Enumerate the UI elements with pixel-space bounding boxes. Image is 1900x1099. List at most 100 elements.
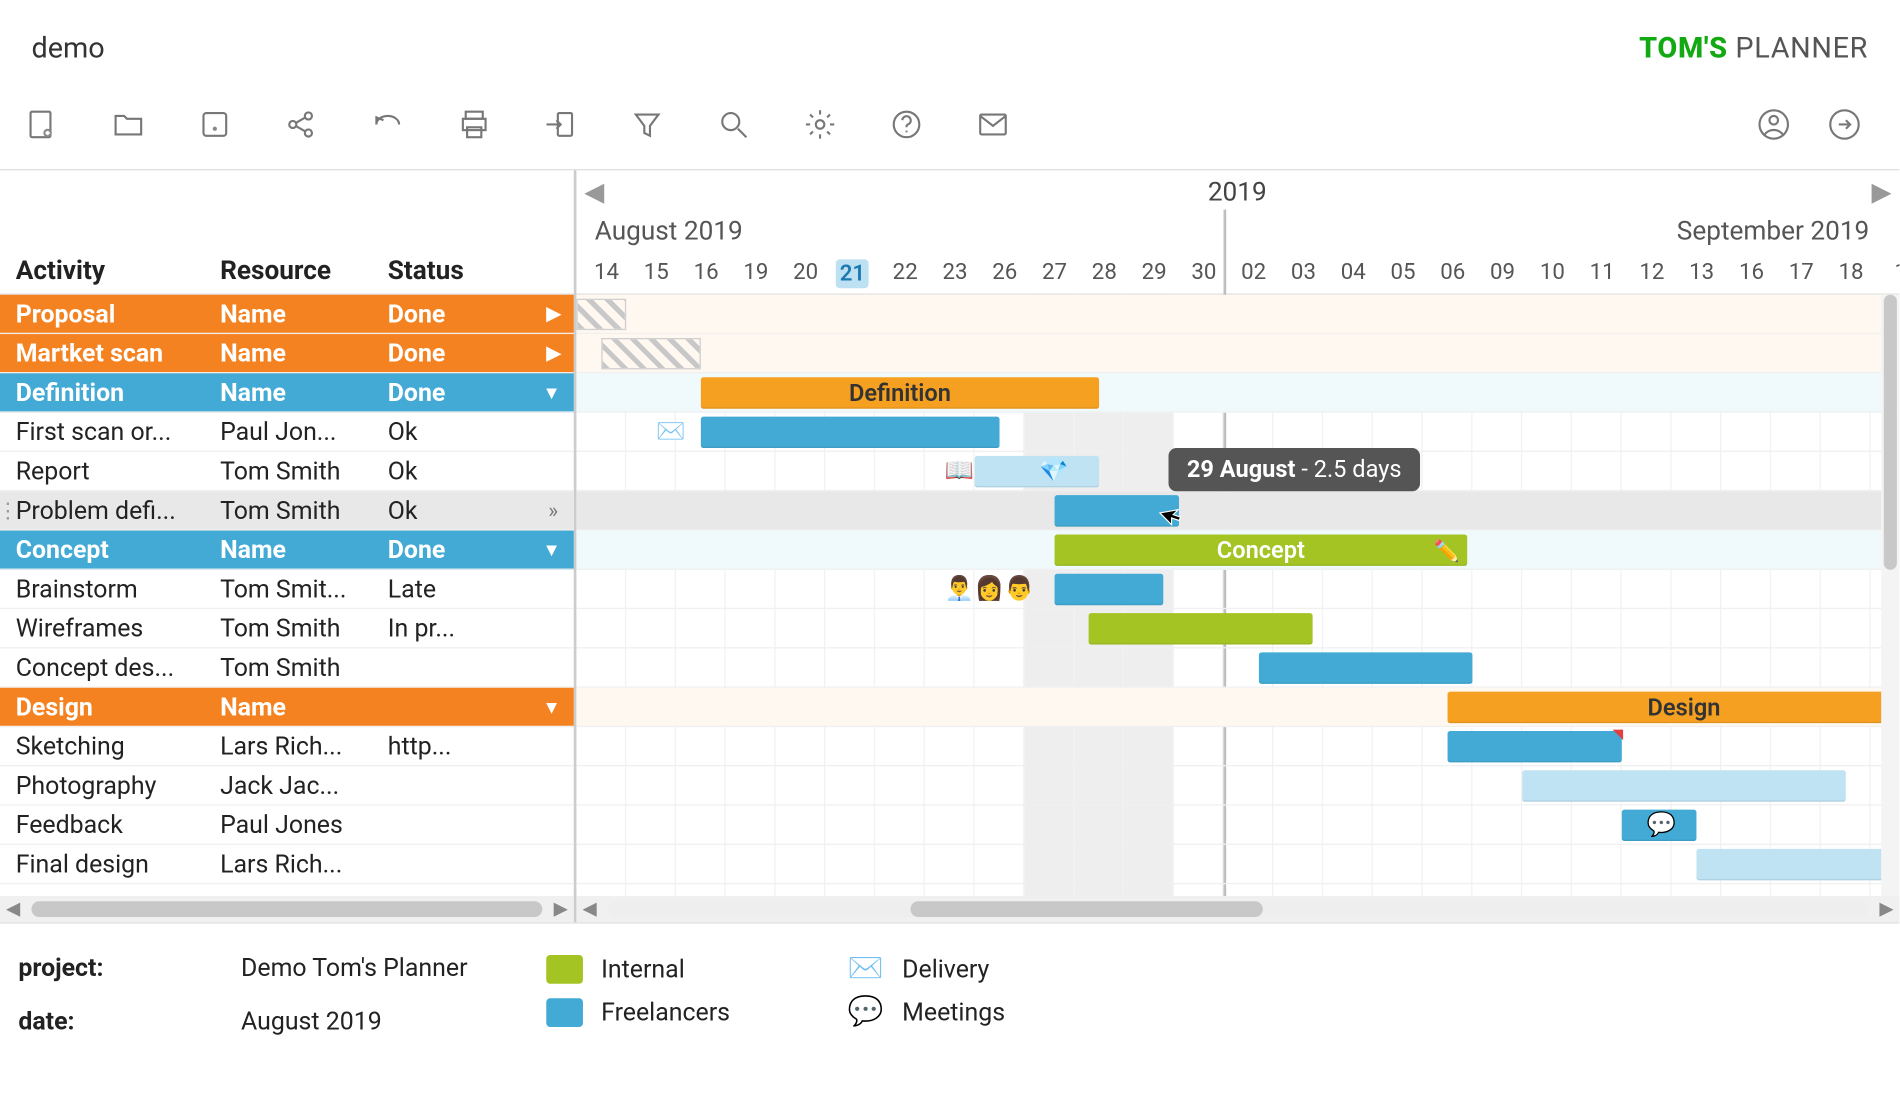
task-row[interactable]: ConceptNameDone▼ (0, 531, 574, 570)
resource-cell[interactable]: Tom Smith (220, 613, 388, 643)
day-cell[interactable]: 05 (1378, 259, 1428, 285)
status-cell[interactable]: Done (388, 534, 519, 564)
expand-icon[interactable]: ▶ (547, 343, 561, 364)
task-row[interactable]: Martket scanNameDone ▶ (0, 334, 574, 373)
left-hscroll[interactable]: ◀ ▶ (0, 896, 574, 922)
resource-cell[interactable]: Name (220, 377, 388, 407)
gantt-row[interactable] (576, 806, 1899, 845)
gantt-bar[interactable]: Definition (701, 377, 1099, 408)
gantt-bar[interactable] (576, 299, 626, 330)
task-row[interactable]: Problem defi...Tom SmithOk» (0, 491, 574, 530)
gantt-bar[interactable] (1089, 613, 1313, 644)
activity-cell[interactable]: Report (0, 456, 220, 486)
day-cell[interactable]: 06 (1428, 259, 1478, 285)
expand-icon[interactable]: ▶ (547, 303, 561, 324)
task-row[interactable]: SketchingLars Rich...http... (0, 727, 574, 766)
gantt-row[interactable] (576, 334, 1899, 373)
scroll-right-icon[interactable]: ▶ (548, 899, 574, 920)
day-cell[interactable]: 22 (880, 259, 930, 285)
day-cell[interactable]: 17 (1776, 259, 1826, 285)
day-cell[interactable]: 10 (1527, 259, 1577, 285)
status-cell[interactable]: Late (388, 574, 519, 604)
day-cell[interactable]: 16 (1727, 259, 1777, 285)
help-icon[interactable] (888, 105, 925, 142)
month1-label[interactable]: August 2019 (595, 215, 743, 246)
search-icon[interactable] (715, 105, 752, 142)
day-cell[interactable]: 23 (930, 259, 980, 285)
task-row[interactable]: WireframesTom SmithIn pr... (0, 609, 574, 648)
activity-cell[interactable]: Concept des... (0, 652, 220, 682)
day-cell[interactable]: 20 (781, 259, 831, 285)
gantt-row[interactable] (576, 295, 1899, 334)
folder-icon[interactable] (110, 105, 147, 142)
gantt-row[interactable] (576, 727, 1899, 766)
gantt-bar[interactable] (1258, 652, 1472, 683)
expand-icon[interactable]: ▼ (543, 696, 561, 718)
month2-label[interactable]: September 2019 (1677, 215, 1869, 246)
scroll-right-icon[interactable]: ▶ (1873, 899, 1899, 920)
activity-cell[interactable]: Feedback (0, 810, 220, 840)
activity-cell[interactable]: Photography (0, 770, 220, 800)
activity-cell[interactable]: First scan or... (0, 417, 220, 447)
year-prev-icon[interactable]: ◀ (584, 176, 604, 207)
expand-icon[interactable]: ▼ (543, 538, 561, 560)
activity-cell[interactable]: Sketching (0, 731, 220, 761)
person2-icon[interactable]: 👩 (975, 575, 1004, 603)
expand-icon[interactable]: ▼ (543, 381, 561, 403)
gantt-bar[interactable] (1696, 849, 1899, 880)
resource-cell[interactable]: Paul Jones (220, 810, 388, 840)
undo-icon[interactable] (369, 105, 406, 142)
status-cell[interactable]: Ok (388, 495, 519, 525)
task-row[interactable]: First scan or...Paul Jon...Ok (0, 413, 574, 452)
print-icon[interactable] (456, 105, 493, 142)
day-cell[interactable]: 02 (1229, 259, 1279, 285)
person3-icon[interactable]: 👨 (1005, 575, 1034, 603)
status-cell[interactable]: Ok (388, 456, 519, 486)
day-cell[interactable]: 13 (1677, 259, 1727, 285)
task-row[interactable]: Concept des...Tom Smith (0, 648, 574, 687)
book-icon[interactable]: 📖 (945, 457, 974, 485)
resource-cell[interactable]: Name (220, 692, 388, 722)
task-row[interactable]: Final designLars Rich... (0, 845, 574, 884)
status-cell[interactable]: Done (388, 377, 519, 407)
status-cell[interactable]: Ok (388, 417, 519, 447)
pencil-icon[interactable]: ✏️ (1433, 538, 1459, 563)
mail-icon[interactable] (975, 105, 1012, 142)
gantt-bar[interactable]: Design💎 (1448, 692, 1900, 723)
task-row[interactable]: DesignName ▼ (0, 688, 574, 727)
day-cell[interactable]: 03 (1279, 259, 1329, 285)
new-file-icon[interactable] (24, 105, 61, 142)
header-resource[interactable]: Resource (220, 254, 388, 285)
gem-icon[interactable]: 💎 (1039, 457, 1068, 485)
activity-cell[interactable]: Design (0, 692, 220, 722)
day-cell[interactable]: 12 (1627, 259, 1677, 285)
scroll-left-icon[interactable]: ◀ (0, 899, 26, 920)
resource-cell[interactable]: Lars Rich... (220, 849, 388, 879)
gantt-bar[interactable] (1448, 731, 1622, 762)
person1-icon[interactable]: 👨‍💼 (945, 575, 974, 603)
day-header[interactable]: 1415161920212223262728293002030405060910… (576, 252, 1899, 295)
more-icon[interactable]: » (548, 498, 555, 523)
task-row[interactable]: DefinitionNameDone ▼ (0, 373, 574, 412)
activity-cell[interactable]: Definition (0, 377, 220, 407)
status-cell[interactable]: Done (388, 338, 519, 368)
day-cell[interactable]: 14 (582, 259, 632, 285)
resource-cell[interactable]: Name (220, 299, 388, 329)
resource-cell[interactable]: Name (220, 338, 388, 368)
activity-cell[interactable]: Martket scan (0, 338, 220, 368)
resource-cell[interactable]: Jack Jac... (220, 770, 388, 800)
import-icon[interactable] (542, 105, 579, 142)
day-cell[interactable]: 29 (1129, 259, 1179, 285)
settings-icon[interactable] (802, 105, 839, 142)
gantt-bar[interactable] (601, 338, 701, 369)
scroll-left-icon[interactable]: ◀ (576, 899, 602, 920)
day-cell[interactable]: 26 (980, 259, 1030, 285)
year-label[interactable]: 2019 (1208, 176, 1267, 207)
year-next-icon[interactable]: ▶ (1871, 176, 1891, 207)
task-row[interactable]: ReportTom SmithOk (0, 452, 574, 491)
activity-cell[interactable]: Problem defi... (0, 495, 220, 525)
gantt-row[interactable] (576, 570, 1899, 609)
day-cell[interactable]: 30 (1179, 259, 1229, 285)
day-cell[interactable]: 11 (1577, 259, 1627, 285)
resource-cell[interactable]: Tom Smith (220, 652, 388, 682)
